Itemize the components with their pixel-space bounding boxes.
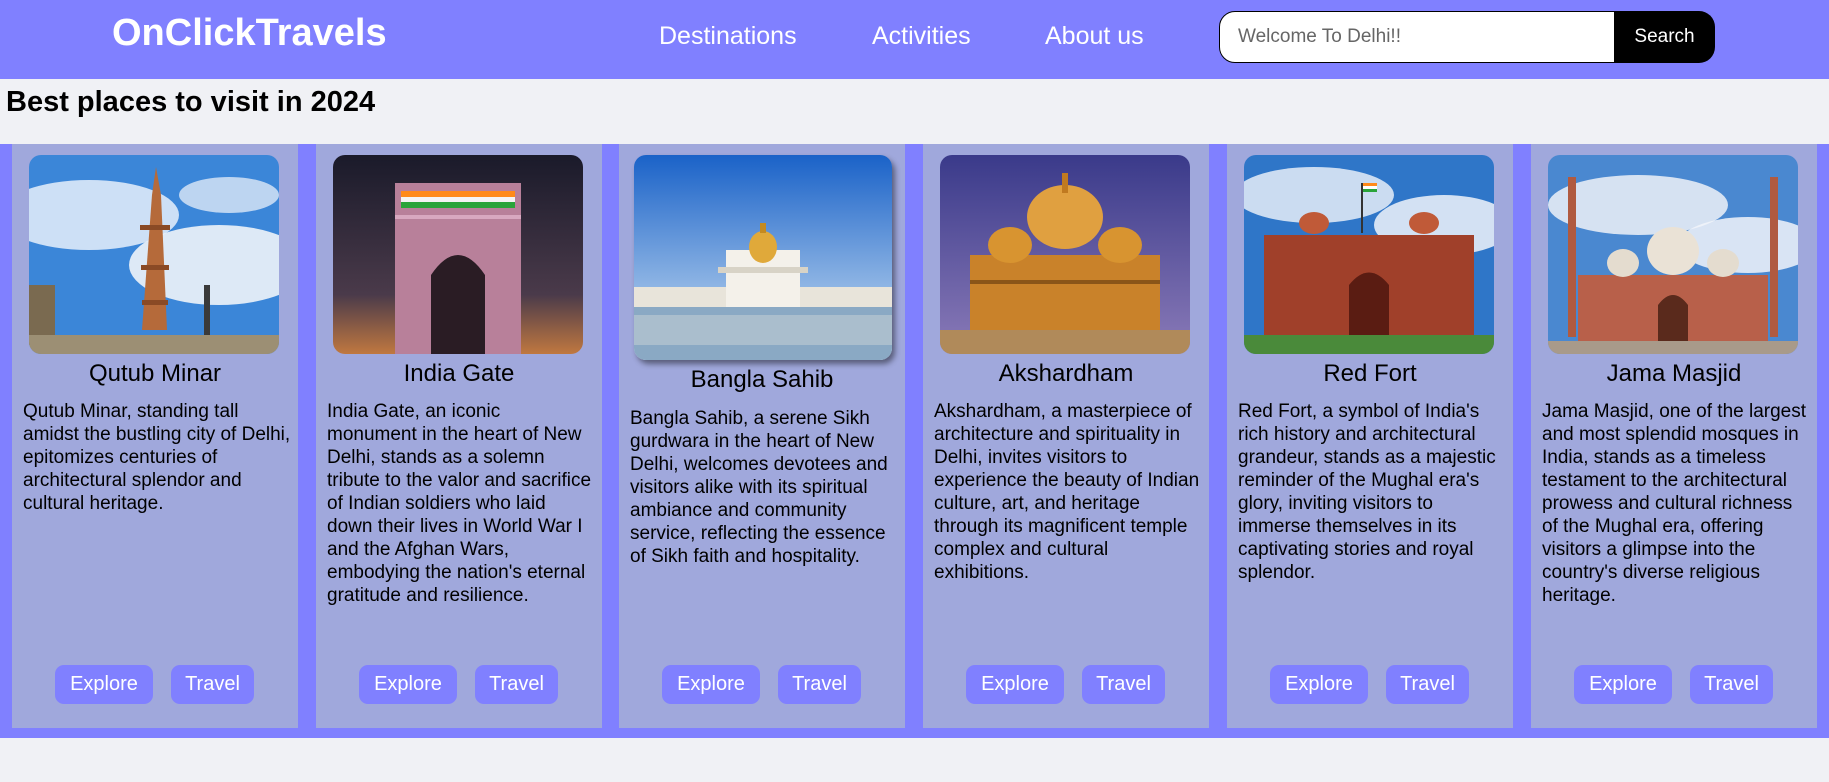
card-title: India Gate [403,360,515,387]
nav-link-destinations[interactable]: Destinations [659,22,797,51]
qutub-minar-image [29,155,279,354]
travel-button[interactable]: Travel [1690,665,1773,704]
akshardham-image [940,155,1190,354]
explore-button[interactable]: Explore [662,665,760,704]
search-button[interactable]: Search [1614,11,1715,63]
travel-button[interactable]: Travel [475,665,558,704]
search-input[interactable] [1219,11,1615,63]
bangla-sahib-image [634,155,892,360]
card-jama-masjid: Jama Masjid Jama Masjid, one of the larg… [1531,144,1817,728]
jama-masjid-image [1548,155,1798,354]
destination-cards: Qutub Minar Qutub Minar, standing tall a… [0,144,1829,738]
explore-button[interactable]: Explore [1270,665,1368,704]
travel-button[interactable]: Travel [778,665,861,704]
card-description: Akshardham, a masterpiece of architectur… [934,401,1200,583]
explore-button[interactable]: Explore [1574,665,1672,704]
red-fort-image [1244,155,1494,354]
card-description: Jama Masjid, one of the largest and most… [1542,401,1807,606]
nav-link-about-us[interactable]: About us [1045,22,1144,51]
card-akshardham: Akshardham Akshardham, a masterpiece of … [923,144,1209,728]
card-description: Bangla Sahib, a serene Sikh gurdwara in … [630,408,888,567]
card-red-fort: Red Fort Red Fort, a symbol of India's r… [1227,144,1513,728]
nav-link-activities[interactable]: Activities [872,22,971,51]
explore-button[interactable]: Explore [359,665,457,704]
travel-button[interactable]: Travel [171,665,254,704]
card-description: Qutub Minar, standing tall amidst the bu… [23,401,291,514]
navbar: OnClickTravels Destinations Activities A… [0,0,1829,79]
travel-button[interactable]: Travel [1386,665,1469,704]
card-title: Akshardham [998,360,1134,387]
explore-button[interactable]: Explore [55,665,153,704]
section-heading: Best places to visit in 2024 [6,86,376,118]
brand-logo[interactable]: OnClickTravels [112,12,387,55]
card-bangla-sahib: Bangla Sahib Bangla Sahib, a serene Sikh… [619,144,905,728]
card-title: Jama Masjid [1606,360,1742,387]
card-description: India Gate, an iconic monument in the he… [327,401,592,606]
travel-button[interactable]: Travel [1082,665,1165,704]
card-title: Bangla Sahib [690,366,834,393]
card-india-gate: India Gate India Gate, an iconic monumen… [316,144,602,728]
card-description: Red Fort, a symbol of India's rich histo… [1238,401,1496,583]
card-title: Qutub Minar [88,360,222,387]
card-title: Red Fort [1323,360,1417,387]
india-gate-image [333,155,583,354]
card-qutub-minar: Qutub Minar Qutub Minar, standing tall a… [12,144,298,728]
explore-button[interactable]: Explore [966,665,1064,704]
